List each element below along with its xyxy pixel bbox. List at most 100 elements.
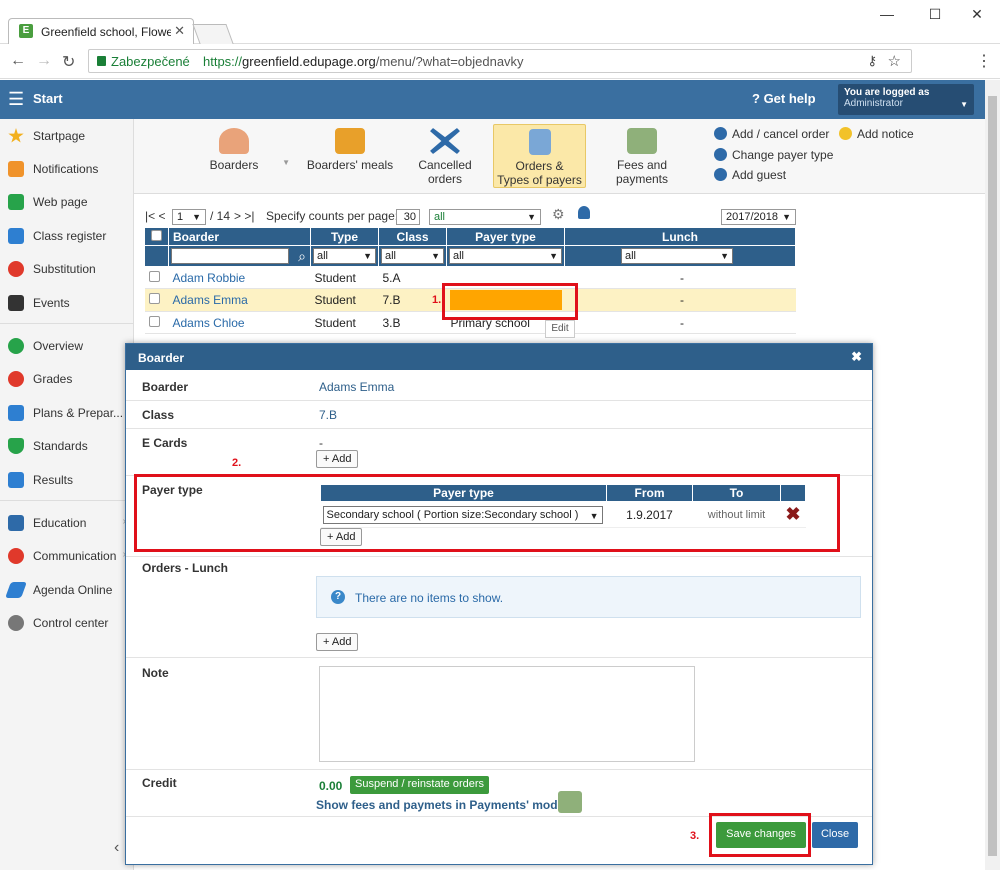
sidebar-item-class-register[interactable]: Class register [0, 221, 134, 251]
add-notice-link[interactable]: Add notice [839, 127, 914, 141]
year-select[interactable]: 2017/2018 ▼ [721, 209, 796, 225]
add-ecard-button[interactable]: + Add [316, 450, 359, 468]
row-checkbox[interactable] [148, 315, 160, 327]
document-icon [528, 129, 551, 155]
sidebar-item-results[interactable]: Results [0, 465, 134, 495]
search-icon[interactable]: ⌕ [298, 248, 306, 265]
start-label[interactable]: Start [33, 91, 63, 106]
sidebar-item-plans[interactable]: Plans & Prepar... [0, 398, 134, 428]
row-checkbox[interactable] [148, 270, 160, 282]
sidebar-item-startpage[interactable]: Startpage [0, 121, 134, 151]
chevron-down-icon: ▼ [192, 212, 201, 222]
sidebar-item-education[interactable]: Education› [0, 508, 134, 538]
sidebar-item-notifications[interactable]: Notifications [0, 154, 134, 184]
orders-types-of-payers-button[interactable]: Orders & Types of payers [493, 124, 586, 188]
book-icon [8, 228, 24, 244]
annotation-step-3: 3. [690, 830, 700, 842]
column-header[interactable]: Type [310, 227, 379, 246]
maximize-icon[interactable]: ☐ [920, 6, 950, 23]
browser-menu-icon[interactable]: ⋮ [976, 51, 992, 71]
credit-value: 0.00 [319, 779, 343, 793]
suspend-orders-button[interactable]: Suspend / reinstate orders [350, 776, 490, 794]
url-field[interactable]: Zabezpečené https://greenfield.edupage.o… [88, 49, 912, 73]
tab-title: Greenfield school, Flower [41, 25, 171, 39]
note-textarea[interactable] [319, 666, 695, 762]
type-cell: Student [310, 288, 379, 312]
add-order-button[interactable]: + Add [316, 633, 359, 651]
row-checkbox[interactable] [148, 293, 160, 304]
fees-and-payments-button[interactable]: Fees and payments [590, 124, 694, 188]
sidebar-item-communication[interactable]: Communication› [0, 541, 134, 571]
sidebar-item-substitution[interactable]: Substitution [0, 254, 134, 284]
scrollbar-thumb[interactable] [988, 96, 997, 856]
boarder-name-link[interactable]: Adams Chloe [168, 311, 311, 334]
close-window-icon[interactable]: ✕ [962, 6, 992, 23]
sidebar-item-grades[interactable]: Grades [0, 364, 134, 394]
close-tab-icon[interactable]: ✕ [174, 23, 185, 39]
sidebar-item-overview[interactable]: Overview [0, 331, 134, 361]
counts-per-page-input[interactable]: 30 [396, 209, 420, 225]
close-icon[interactable]: ✖ [851, 349, 862, 365]
show-fees-link[interactable]: Show fees and paymets in Payments' modul… [316, 798, 575, 812]
select-all-checkbox[interactable] [151, 229, 162, 241]
annotation-box-3 [709, 813, 811, 857]
pen-icon [5, 582, 27, 598]
column-header[interactable]: Lunch [564, 227, 796, 246]
add-guest-link[interactable]: Add guest [714, 168, 786, 182]
user-add-icon [714, 168, 727, 181]
sidebar-item-standards[interactable]: Standards [0, 431, 134, 461]
dialog-header: Boarder ✖ [126, 344, 872, 370]
page-scrollbar[interactable] [985, 80, 1000, 870]
pager-next-last[interactable]: > >| [234, 209, 254, 223]
boarder-name-link[interactable]: Adam Robbie [168, 266, 311, 289]
cancelled-orders-button[interactable]: Cancelled orders [400, 124, 490, 188]
back-icon[interactable]: ← [10, 52, 26, 70]
sidebar-item-agenda-online[interactable]: Agenda Online [0, 575, 134, 605]
forward-icon[interactable]: → [36, 52, 52, 70]
payer-filter-select[interactable]: all ▼ [449, 248, 562, 264]
sidebar-item-events[interactable]: Events [0, 288, 134, 318]
boarders-icon [219, 128, 249, 154]
user-menu[interactable]: You are logged as Administrator ▼ [838, 84, 974, 115]
filter-cell: all ▼ [310, 245, 379, 267]
money-icon[interactable] [558, 791, 582, 813]
get-help-link[interactable]: ? Get help [752, 91, 816, 106]
boarder-name-link[interactable]: Adams Emma [168, 288, 311, 312]
user-icon[interactable] [578, 206, 590, 219]
class-filter-select[interactable]: all ▼ [381, 248, 444, 264]
question-icon: ? [331, 590, 345, 604]
column-header[interactable]: Class [378, 227, 447, 246]
new-tab-button[interactable] [192, 24, 234, 44]
page-select[interactable]: 1 ▼ [172, 209, 206, 225]
boarder-value: Adams Emma [319, 380, 395, 394]
book-open-icon [8, 515, 24, 531]
reload-icon[interactable]: ↻ [62, 52, 75, 72]
gear-icon[interactable]: ⚙ [552, 206, 565, 223]
lunch-filter-select[interactable]: all ▼ [621, 248, 733, 264]
bookmark-star-icon[interactable]: ☆ [888, 52, 901, 70]
collapse-sidebar-icon[interactable]: ‹ [114, 839, 119, 857]
lock-icon [97, 56, 106, 66]
home-icon [8, 194, 24, 210]
secure-label: Zabezpečené [111, 54, 190, 69]
close-button[interactable]: Close [812, 822, 858, 848]
sidebar-item-web-page[interactable]: Web page [0, 187, 134, 217]
select-all-header[interactable] [144, 227, 169, 246]
browser-tab-strip: E Greenfield school, Flower ✕ — ☐ ✕ [0, 0, 1000, 44]
column-header[interactable]: Boarder [168, 227, 311, 246]
boarders-meals-button[interactable]: Boarders' meals [306, 124, 394, 188]
minimize-icon[interactable]: — [872, 6, 902, 22]
counts-per-page-label: Specify counts per page: [266, 209, 399, 223]
hamburger-icon[interactable]: ☰ [8, 89, 24, 110]
browser-tab[interactable]: E Greenfield school, Flower ✕ [8, 18, 194, 44]
change-payer-type-link[interactable]: Change payer type [714, 148, 833, 162]
sidebar-item-control-center[interactable]: Control center [0, 608, 134, 638]
type-filter-select[interactable]: all ▼ [313, 248, 376, 264]
column-header[interactable]: Payer type [446, 227, 565, 246]
status-filter-select[interactable]: all ▼ [429, 209, 541, 225]
key-icon[interactable]: ⚷ [867, 53, 877, 69]
boarders-button[interactable]: Boarders ▼ [174, 124, 294, 188]
boarder-search-input[interactable] [171, 248, 289, 264]
pager-first-prev[interactable]: |< < [145, 209, 165, 223]
add-cancel-order-link[interactable]: Add / cancel order [714, 127, 829, 141]
